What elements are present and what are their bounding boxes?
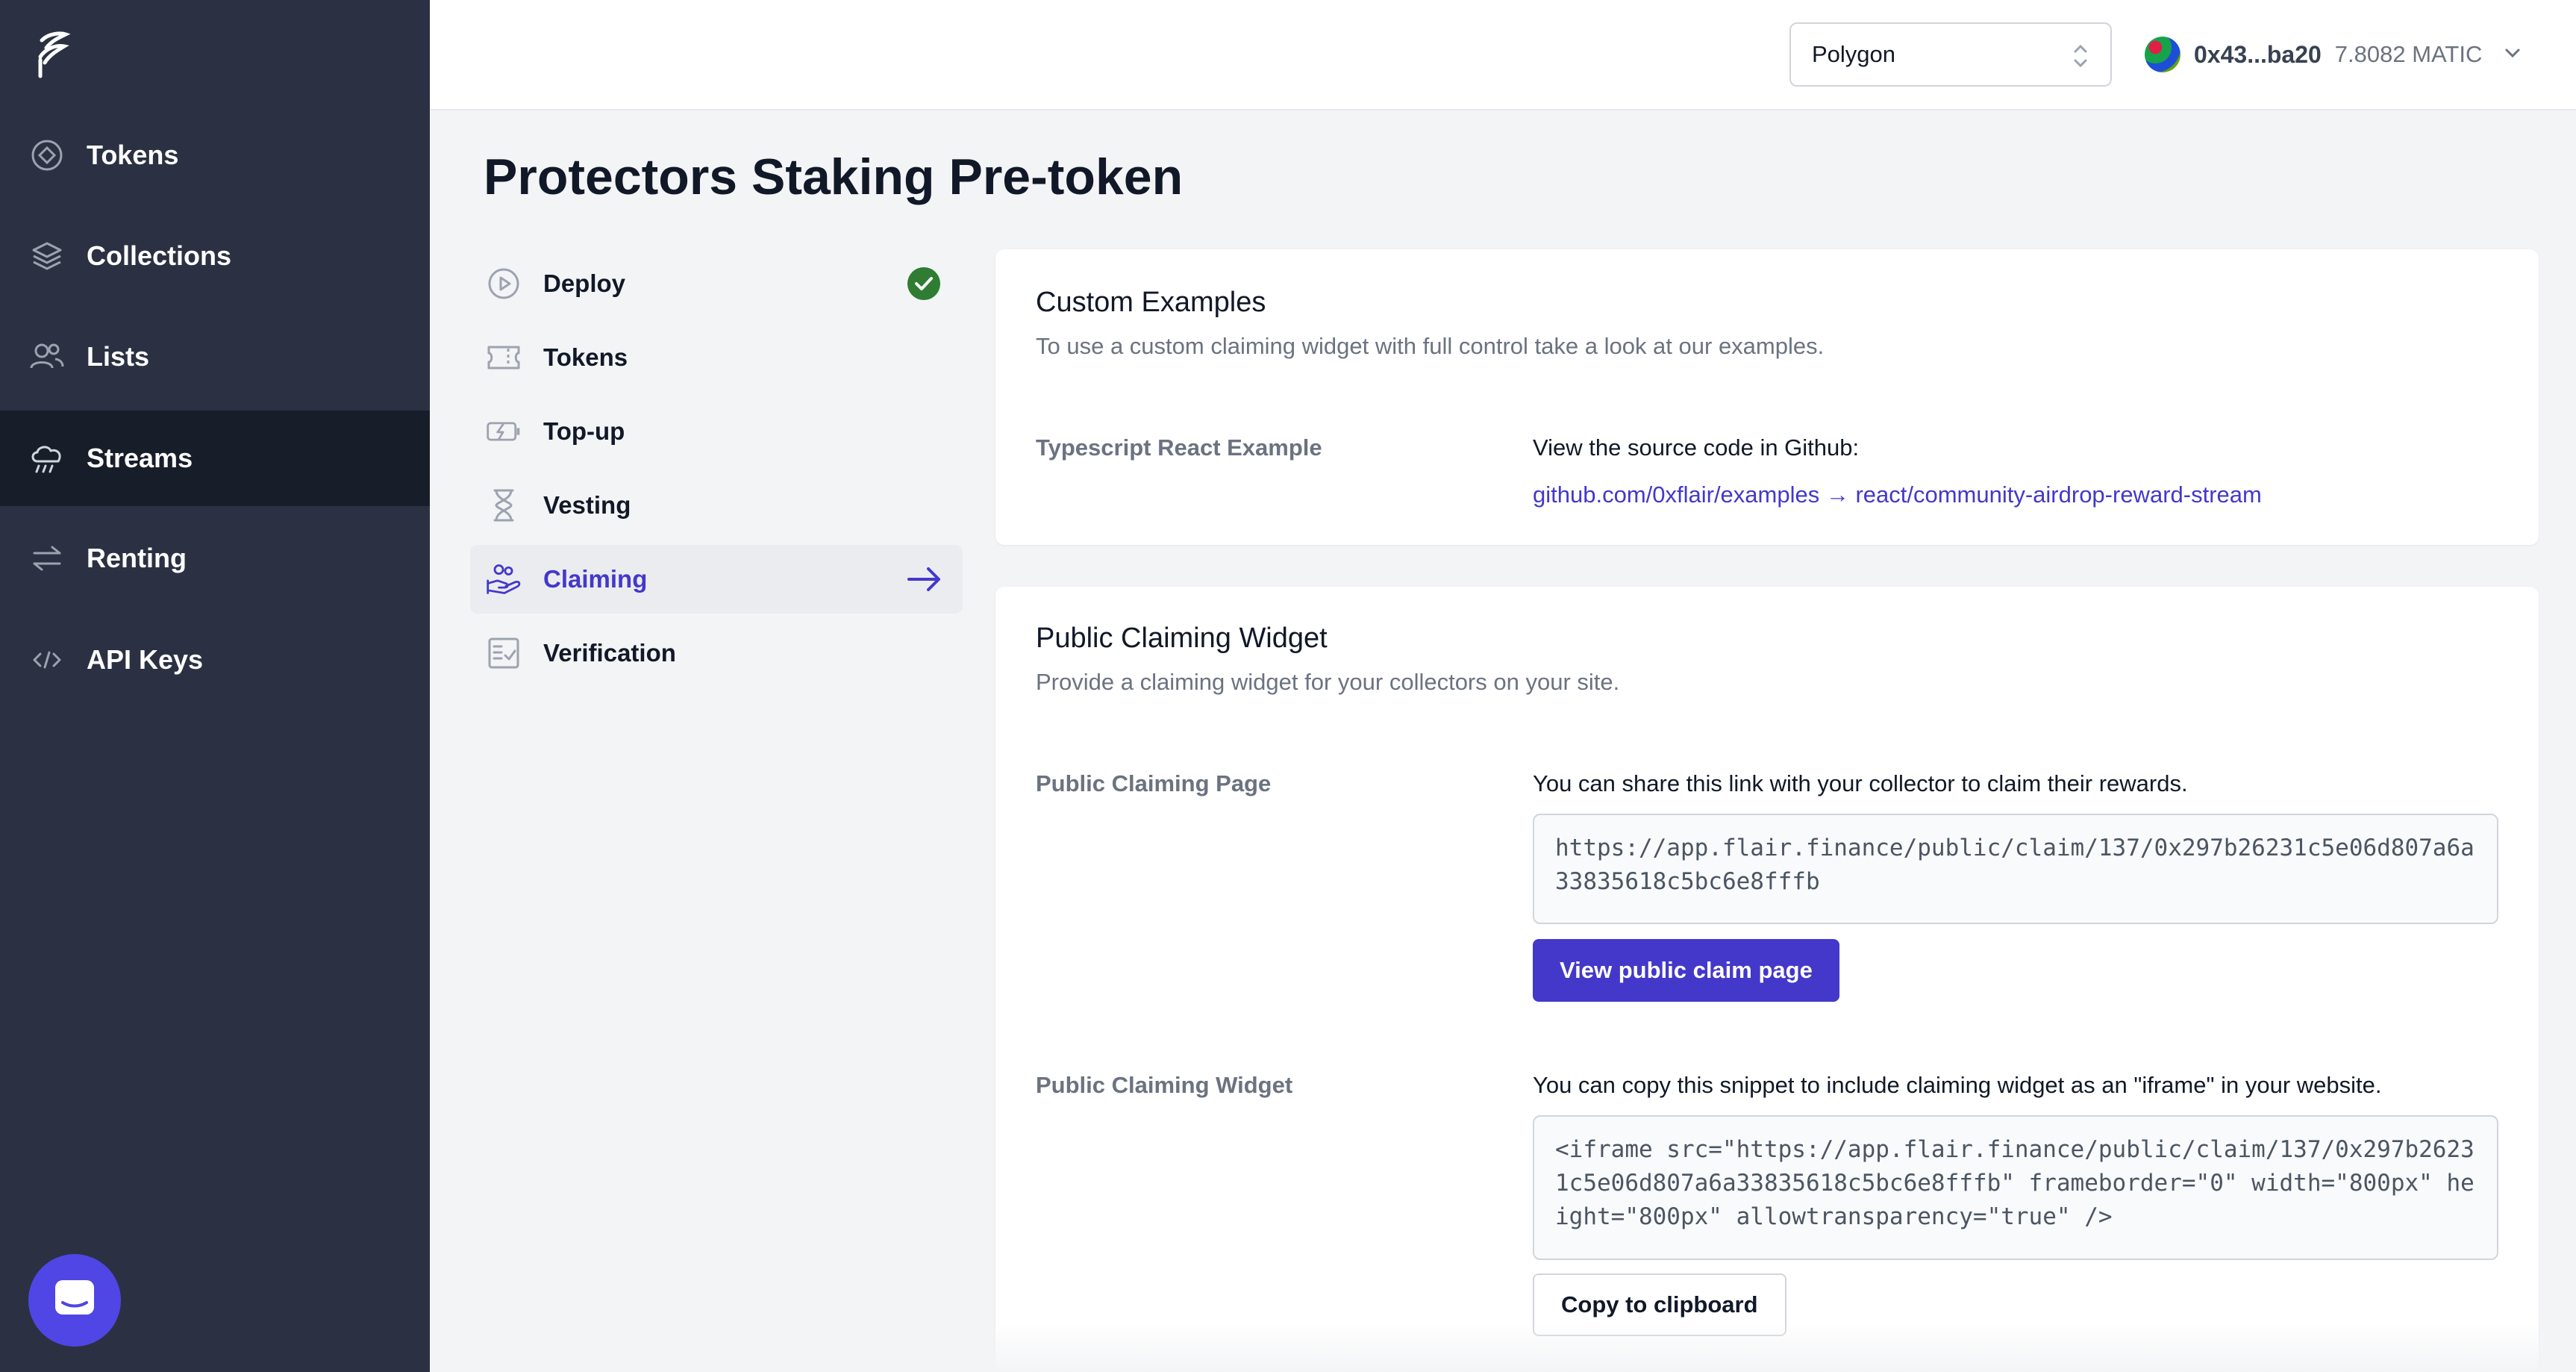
hourglass-icon [485,487,522,524]
chat-icon [52,1277,97,1324]
sidebar-item-renting[interactable]: Renting [0,511,430,606]
hand-coins-icon [485,561,522,598]
sidebar-item-tokens[interactable]: Tokens [0,107,430,203]
play-circle-icon [485,265,522,302]
wallet-balance: 7.8082 MATIC [2334,41,2483,67]
network-select-value: Polygon [1812,41,1896,67]
sidebar-item-label: Collections [87,240,232,271]
public-claiming-widget-label: Public Claiming Widget [1036,1072,1293,1098]
public-claiming-page-label: Public Claiming Page [1036,770,1272,796]
sidebar-item-label: Renting [87,543,187,573]
cloud-rain-icon [28,440,66,477]
wallet-avatar [2145,37,2180,72]
step-deploy[interactable]: Deploy [470,249,963,318]
sidebar-item-label: Tokens [87,140,179,170]
public-claiming-widget-card: Public Claiming Widget Provide a claimin… [995,587,2539,1372]
chevron-down-icon [2501,42,2524,68]
sidebar-item-label: Streams [87,443,193,473]
support-chat-button[interactable] [28,1254,121,1347]
step-verification[interactable]: Verification [470,619,963,687]
sidebar: Tokens Collections Lists Streams Renting… [0,0,430,1372]
sidebar-item-collections[interactable]: Collections [0,208,430,304]
source-code-text: View the source code in Github: [1533,434,1860,461]
top-bar: Polygon 0x43...ba20 7.8082 MATIC [430,0,2576,110]
flair-logo-icon[interactable] [31,30,76,82]
step-label: Deploy [543,269,626,297]
token-diamond-icon [28,137,66,174]
github-example-link[interactable]: github.com/0xflair/examples → react/comm… [1533,481,2262,508]
step-tokens[interactable]: Tokens [470,323,963,392]
step-label: Verification [543,639,676,667]
card-title: Public Claiming Widget [1036,623,1328,654]
step-label: Tokens [543,343,628,371]
step-label: Claiming [543,565,648,593]
step-label: Vesting [543,491,631,519]
check-circle-icon [906,266,942,302]
chevron-up-down-icon [2070,39,2091,73]
ticket-icon [485,339,522,376]
iframe-snippet-box[interactable]: <iframe src="https://app.flair.finance/p… [1533,1115,2498,1260]
step-vesting[interactable]: Vesting [470,471,963,540]
card-title: Custom Examples [1036,287,1266,318]
page-title: Protectors Staking Pre-token [484,149,1184,205]
custom-examples-card: Custom Examples To use a custom claiming… [995,249,2539,545]
copy-snippet-text: You can copy this snippet to include cla… [1533,1072,2382,1098]
network-select[interactable]: Polygon [1789,22,2112,87]
view-public-claim-page-button[interactable]: View public claim page [1533,939,1839,1002]
card-subtitle: Provide a claiming widget for your colle… [1036,669,1620,695]
typescript-example-label: Typescript React Example [1036,434,1322,461]
switch-arrows-icon [28,540,66,577]
battery-charge-icon [485,413,522,450]
bottom-fade [430,1321,2576,1372]
sidebar-item-api-keys[interactable]: API Keys [0,612,430,708]
users-icon [28,338,66,375]
sidebar-item-lists[interactable]: Lists [0,309,430,405]
sidebar-item-streams[interactable]: Streams [0,411,430,506]
arrow-right-icon [906,561,942,597]
step-top-up[interactable]: Top-up [470,397,963,466]
account-menu[interactable]: 0x43...ba20 7.8082 MATIC [2145,22,2524,87]
sidebar-item-label: Lists [87,341,150,372]
code-icon [28,641,66,679]
share-link-text: You can share this link with your collec… [1533,770,2188,796]
checklist-icon [485,634,522,672]
public-claim-url-box[interactable]: https://app.flair.finance/public/claim/1… [1533,814,2498,924]
sidebar-item-label: API Keys [87,644,204,675]
step-claiming[interactable]: Claiming [470,545,963,614]
wallet-address: 0x43...ba20 [2194,40,2322,68]
step-label: Top-up [543,417,625,445]
layers-icon [28,237,66,275]
card-subtitle: To use a custom claiming widget with ful… [1036,333,1825,359]
